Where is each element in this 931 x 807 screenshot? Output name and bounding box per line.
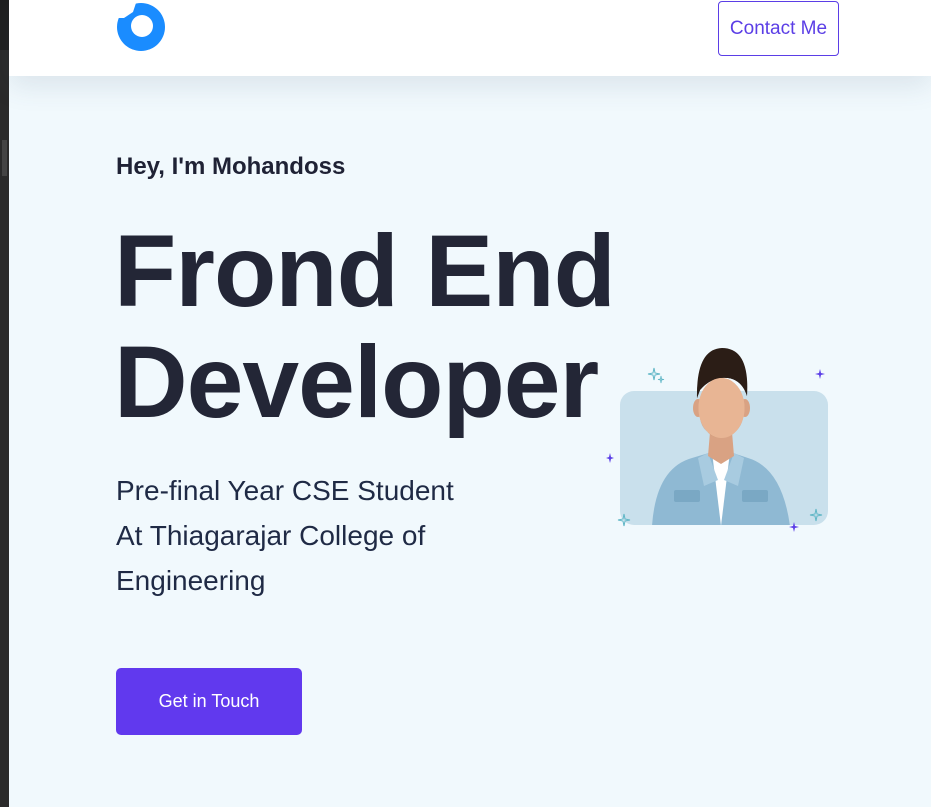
site-header: Contact Me [9, 0, 931, 76]
contact-me-button[interactable]: Contact Me [718, 1, 839, 56]
sparkle-icon [606, 453, 614, 463]
sparkle-icon [789, 522, 799, 532]
page-title: Frond End Developer [114, 214, 616, 439]
window-edge [0, 0, 9, 807]
subtitle: Pre-final Year CSE Student At Thiagaraja… [116, 468, 536, 603]
window-edge-handle [2, 140, 7, 176]
subtitle-line-2: At Thiagarajar College of [116, 520, 426, 551]
profile-photo [652, 348, 790, 525]
brand-logo-icon[interactable] [116, 2, 166, 52]
sparkle-icon [647, 367, 665, 384]
sparkle-icon [617, 513, 631, 527]
greeting-text: Hey, I'm Mohandoss [116, 153, 346, 180]
get-in-touch-button[interactable]: Get in Touch [116, 668, 302, 735]
sparkle-icon [809, 508, 823, 522]
headline-line-2: Developer [114, 325, 599, 439]
subtitle-line-1: Pre-final Year CSE Student [116, 475, 454, 506]
subtitle-line-3: Engineering [116, 565, 266, 596]
window-edge-top [0, 0, 9, 50]
profile-photo-container [600, 340, 840, 540]
sparkle-icon [815, 369, 825, 379]
headline-line-1: Frond End [114, 214, 616, 328]
page: Contact Me Hey, I'm Mohandoss Frond End … [0, 0, 931, 807]
